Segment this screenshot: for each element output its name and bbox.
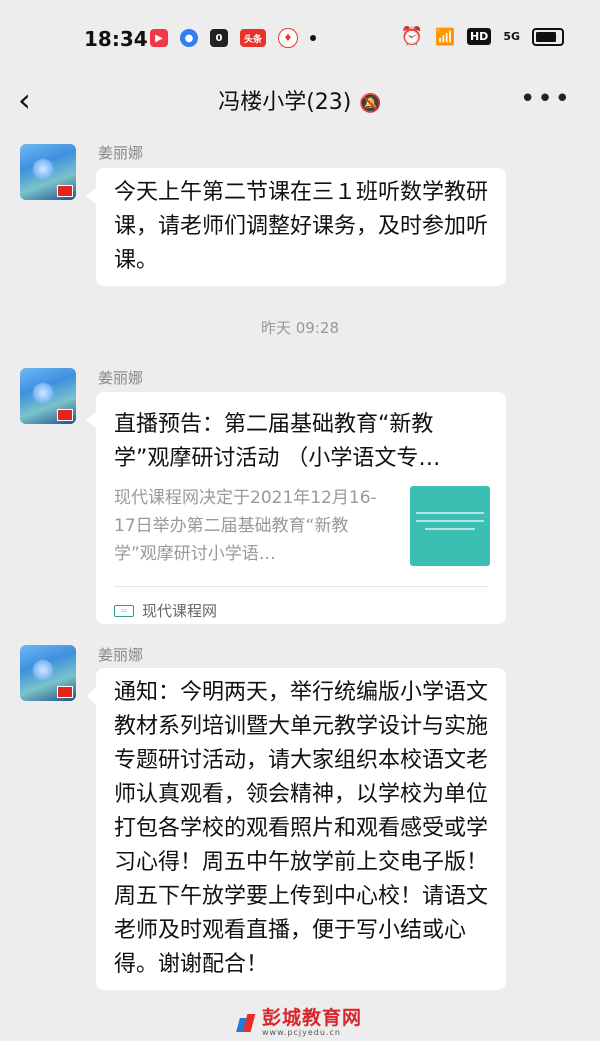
map-pin-icon: ♦ — [278, 28, 298, 48]
divider — [114, 586, 488, 587]
news-app-icon: 头条 — [240, 29, 266, 47]
message-bubble[interactable]: 通知：今明两天，举行统编版小学语文教材系列培训暨大单元教学设计与实施专题研讨活动… — [86, 668, 506, 990]
bell-off-icon: 🔕 — [359, 92, 382, 114]
video-app-icon: ▶ — [150, 29, 168, 47]
battery-icon — [532, 27, 564, 46]
sender-name: 姜丽娜 — [98, 144, 144, 162]
hd-badge: HD — [466, 28, 492, 45]
status-app-icons: ▶ ● 0 头条 ♦ — [150, 28, 316, 48]
avatar[interactable] — [20, 144, 76, 200]
link-card[interactable]: 直播预告：第二届基础教育“新教学”观摩研讨活动 （小学语文专… 现代课程网决定于… — [86, 392, 506, 624]
dark-app-icon: 0 — [210, 29, 228, 47]
link-card-source: ▭ 现代课程网 — [114, 594, 217, 628]
link-card-description: 现代课程网决定于2021年12月16-17日举办第二届基础教育“新教学”观摩研讨… — [114, 488, 377, 564]
flag-icon — [57, 185, 73, 197]
watermark-logo-icon — [236, 1012, 258, 1034]
signal-5g-icon: 5G — [503, 30, 520, 43]
more-icon[interactable]: ••• — [520, 84, 572, 114]
sender-name: 姜丽娜 — [98, 369, 144, 387]
status-time: 18:34 — [84, 27, 148, 51]
chat-header: ‹ 冯楼小学(23) 🔕 ••• — [0, 80, 600, 124]
watermark-title: 彭城教育网 — [262, 1007, 363, 1029]
avatar[interactable] — [20, 368, 76, 424]
chat-title-wrap: 冯楼小学(23) 🔕 — [0, 84, 600, 116]
link-card-source-name: 现代课程网 — [142, 602, 218, 620]
sender-name: 姜丽娜 — [98, 646, 144, 664]
status-indicators: ⏰ 📶 HD 5G — [401, 26, 564, 47]
avatar[interactable] — [20, 645, 76, 701]
source-logo-icon: ▭ — [114, 605, 134, 617]
flag-icon — [57, 409, 73, 421]
link-card-thumbnail — [410, 486, 490, 566]
browser-app-icon: ● — [180, 29, 198, 47]
alarm-icon: ⏰ — [400, 26, 424, 47]
timestamp: 昨天 09:28 — [261, 319, 339, 337]
watermark-url: www.pcjyedu.cn — [262, 1028, 341, 1037]
watermark: 彭城教育网 www.pcjyedu.cn — [236, 1007, 363, 1037]
chat-title: 冯楼小学(23) — [218, 90, 352, 115]
more-notifications-dot — [310, 35, 316, 41]
wifi-icon: 📶 — [435, 27, 455, 46]
flag-icon — [57, 686, 73, 698]
message-bubble[interactable]: 今天上午第二节课在三１班听数学教研课，请老师们调整好课务，及时参加听课。 — [86, 168, 506, 286]
status-bar: 18:34 ▶ ● 0 头条 ♦ ⏰ 📶 HD 5G — [0, 0, 600, 80]
link-card-title: 直播预告：第二届基础教育“新教学”观摩研讨活动 （小学语文专… — [114, 412, 441, 471]
